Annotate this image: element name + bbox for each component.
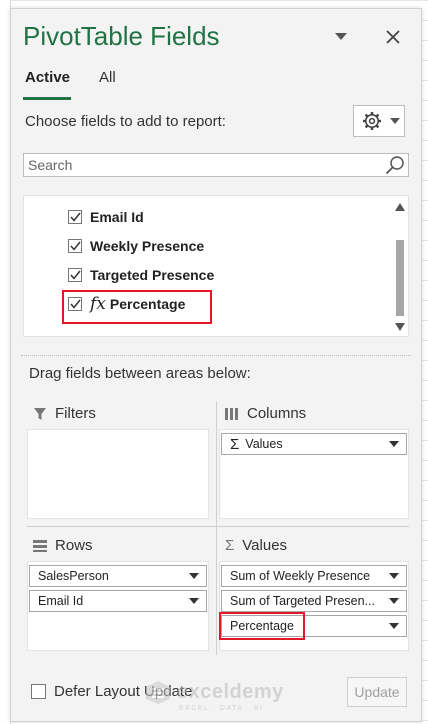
defer-layout-update[interactable]: Defer Layout Update: [31, 683, 192, 700]
sigma-icon: Σ: [225, 537, 235, 554]
columns-values-item[interactable]: Σ Values: [221, 433, 407, 455]
close-button[interactable]: [383, 27, 403, 47]
filters-drop-area[interactable]: [27, 429, 209, 519]
checkmark-icon: [69, 270, 81, 280]
tab-active[interactable]: Active: [25, 69, 70, 86]
dropdown-arrow-icon[interactable]: [386, 441, 402, 447]
field-item-percentage[interactable]: fx Percentage: [68, 293, 185, 315]
close-icon: [386, 30, 400, 44]
filters-area-header: Filters: [33, 405, 96, 422]
values-area-header: Σ Values: [225, 537, 287, 554]
pill-label: Email Id: [38, 594, 84, 608]
dropdown-arrow-icon[interactable]: [186, 573, 202, 579]
field-label: Targeted Presence: [90, 267, 215, 283]
pill-label: Sum of Weekly Presence: [230, 569, 371, 583]
field-item-targeted-presence[interactable]: Targeted Presence: [68, 264, 214, 286]
columns-area-header: Columns: [225, 405, 306, 422]
defer-checkbox[interactable]: [31, 684, 46, 699]
field-label: Weekly Presence: [90, 238, 205, 254]
scrollbar-thumb[interactable]: [396, 240, 404, 316]
task-pane-options-button[interactable]: [331, 27, 351, 47]
update-button[interactable]: Update: [347, 677, 407, 707]
checkmark-icon: [69, 299, 81, 309]
values-area-title: Values: [242, 537, 288, 554]
scroll-down-arrow-icon[interactable]: [394, 322, 406, 332]
rows-area-title: Rows: [55, 537, 93, 554]
dropdown-arrow-icon[interactable]: [386, 598, 402, 604]
gear-icon: [363, 112, 381, 130]
columns-icon: [225, 407, 238, 420]
columns-drop-area[interactable]: Σ Values: [219, 429, 409, 519]
watermark-name: exceldemy: [177, 680, 284, 703]
drag-fields-label: Drag fields between areas below:: [29, 365, 251, 382]
rows-area-header: Rows: [33, 537, 93, 554]
dropdown-arrow-icon[interactable]: [386, 573, 402, 579]
watermark-tagline: EXCEL · DATA · BI: [179, 705, 264, 712]
rows-icon: [33, 539, 47, 552]
section-divider: [21, 355, 411, 356]
values-percentage-item[interactable]: Percentage: [221, 615, 407, 637]
checkmark-icon: [69, 241, 81, 251]
search-input[interactable]: [26, 154, 370, 176]
columns-area-title: Columns: [247, 405, 307, 422]
checkbox[interactable]: [68, 297, 82, 311]
filters-area-title: Filters: [55, 405, 96, 422]
checkmark-icon: [69, 212, 81, 222]
choose-fields-label: Choose fields to add to report:: [25, 113, 226, 130]
field-label: Percentage: [109, 296, 186, 312]
tools-button[interactable]: [353, 105, 405, 137]
calculated-field-fx-icon: fx: [90, 294, 106, 314]
field-item-weekly-presence[interactable]: Weekly Presence: [68, 235, 204, 257]
field-label: Email Id: [90, 209, 144, 225]
dropdown-arrow-icon[interactable]: [186, 598, 202, 604]
chevron-down-icon: [390, 118, 400, 124]
checkbox[interactable]: [68, 210, 82, 224]
rows-email-id-item[interactable]: Email Id: [29, 590, 207, 612]
checkbox[interactable]: [68, 239, 82, 253]
field-item-email-id[interactable]: Email Id: [68, 206, 144, 228]
pivottable-fields-pane: PivotTable Fields Active All Choose fiel…: [10, 8, 422, 722]
checkbox[interactable]: [68, 268, 82, 282]
active-tab-indicator: [23, 97, 71, 100]
search-icon[interactable]: [385, 155, 405, 175]
pill-label: Values: [245, 437, 283, 451]
chevron-down-icon: [335, 33, 347, 40]
area-vertical-divider: [216, 401, 217, 655]
pill-label: SalesPerson: [38, 569, 109, 583]
rows-drop-area[interactable]: SalesPerson Email Id: [27, 561, 209, 651]
defer-label: Defer Layout Update: [54, 683, 193, 700]
pill-label: Sum of Targeted Presen...: [230, 594, 375, 608]
pill-label: Percentage: [230, 619, 294, 633]
dropdown-arrow-icon[interactable]: [386, 623, 402, 629]
values-sum-targeted-presence-item[interactable]: Sum of Targeted Presen...: [221, 590, 407, 612]
filter-icon: [34, 407, 46, 420]
tab-all[interactable]: All: [99, 69, 116, 86]
scroll-up-arrow-icon[interactable]: [394, 202, 406, 212]
search-box: [23, 153, 409, 177]
pane-title: PivotTable Fields: [23, 21, 220, 51]
sigma-icon: Σ: [230, 435, 240, 453]
values-sum-weekly-presence-item[interactable]: Sum of Weekly Presence: [221, 565, 407, 587]
values-drop-area[interactable]: Sum of Weekly Presence Sum of Targeted P…: [219, 561, 409, 651]
field-list: Email Id Weekly Presence Targeted Presen…: [23, 195, 409, 337]
rows-salesperson-item[interactable]: SalesPerson: [29, 565, 207, 587]
area-horizontal-divider: [27, 526, 409, 527]
